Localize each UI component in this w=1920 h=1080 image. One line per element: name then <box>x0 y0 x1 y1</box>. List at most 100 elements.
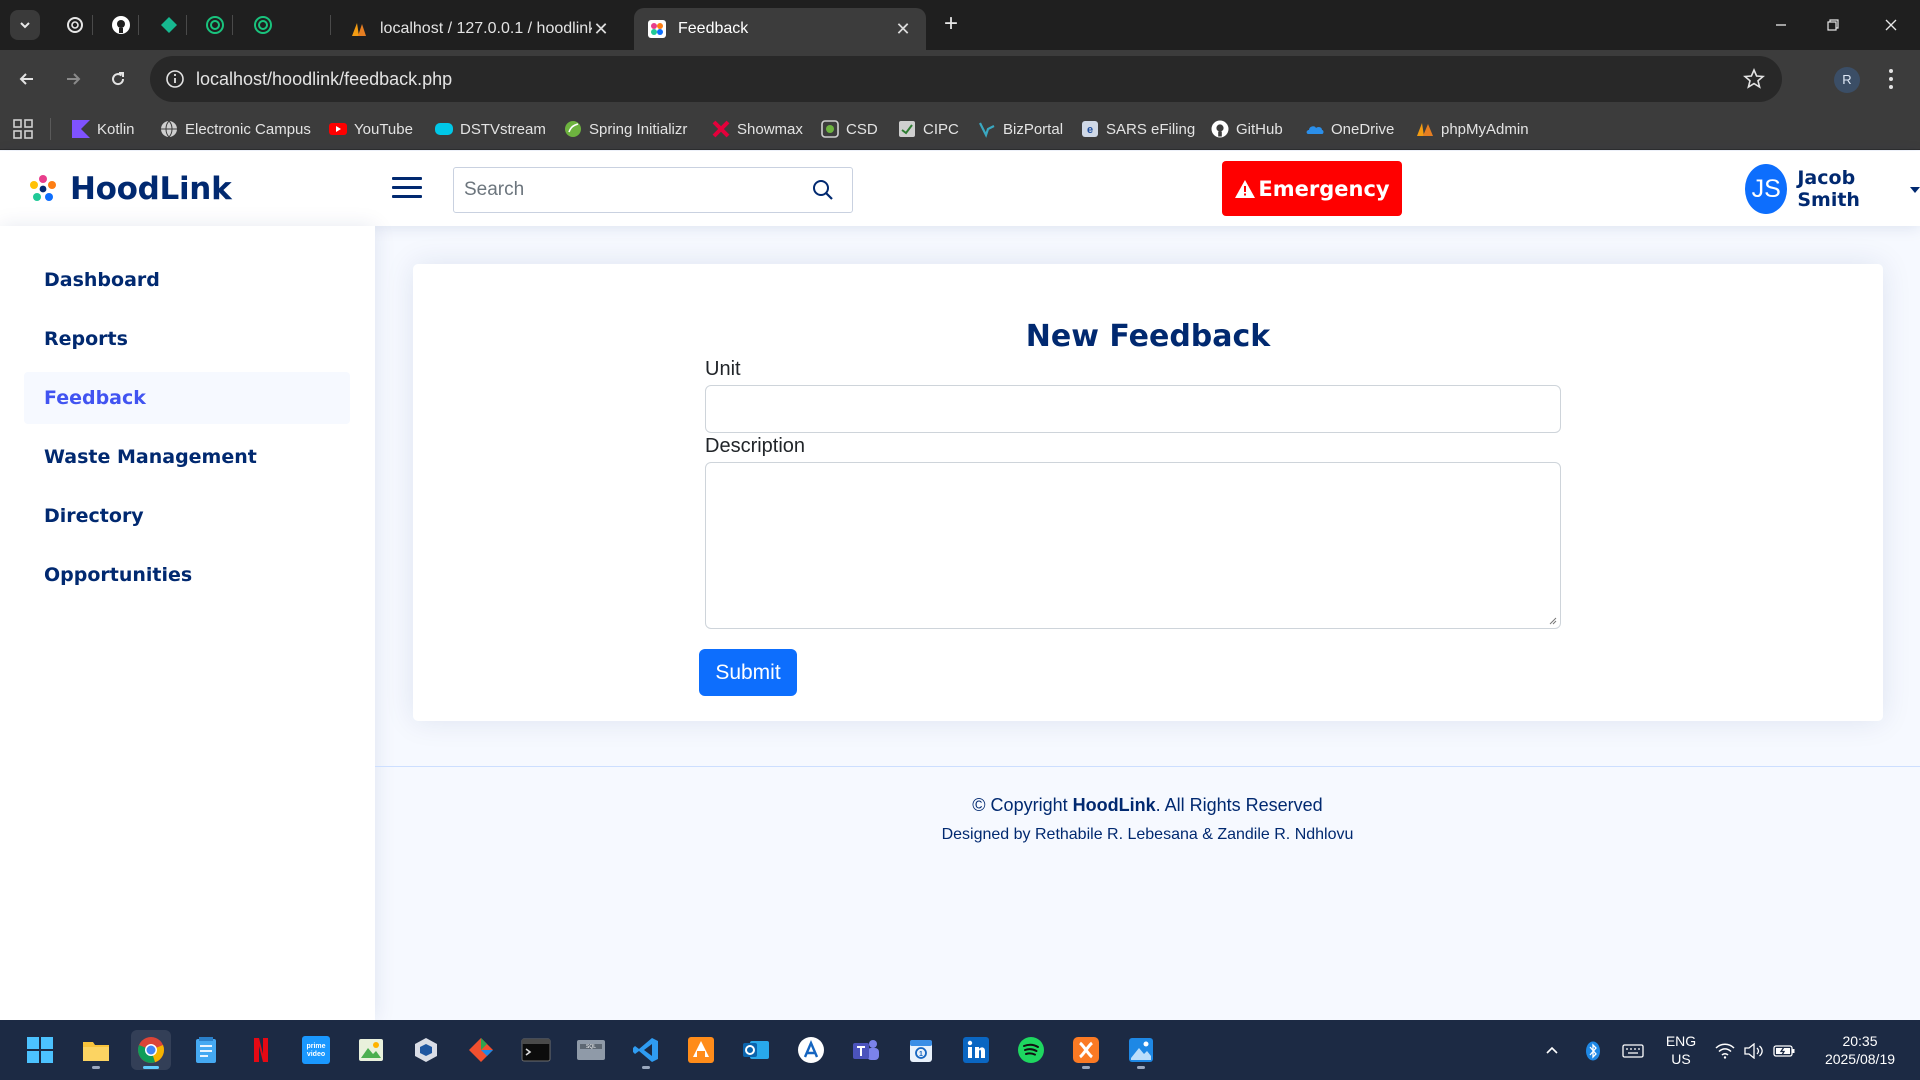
gem-icon <box>161 17 177 33</box>
bookmark-showmax[interactable]: Showmax <box>712 108 803 150</box>
bookmark-label: Showmax <box>737 120 803 138</box>
address-url[interactable]: localhost/hoodlink/feedback.php <box>196 69 452 90</box>
bookmark-youtube[interactable]: YouTube <box>329 108 413 150</box>
bluetooth-tray-button[interactable] <box>1582 1040 1604 1062</box>
taskbar-outlook[interactable] <box>736 1030 776 1070</box>
input-language[interactable]: ENG US <box>1664 1032 1698 1068</box>
youtube-icon <box>329 123 347 135</box>
copyright-suffix: . All Rights Reserved <box>1155 795 1323 815</box>
running-indicator <box>1137 1066 1145 1069</box>
bookmark-phpmyadmin[interactable]: phpMyAdmin <box>1416 108 1529 150</box>
pinned-tab-github[interactable] <box>108 12 134 38</box>
pinned-tab-copilot-2[interactable] <box>250 12 276 38</box>
apps-grid-icon[interactable] <box>12 118 34 140</box>
bookmark-sars-efiling[interactable]: e SARS eFiling <box>1081 108 1195 150</box>
back-button[interactable] <box>12 64 42 94</box>
bookmark-github[interactable]: GitHub <box>1211 108 1283 150</box>
github-icon <box>112 16 130 34</box>
reload-button[interactable] <box>103 64 133 94</box>
taskbar-terminal[interactable] <box>516 1030 556 1070</box>
taskbar-chrome[interactable] <box>131 1030 171 1070</box>
outlook-icon <box>743 1041 769 1059</box>
taskbar-netflix[interactable] <box>241 1030 281 1070</box>
language-label: ENG <box>1665 1033 1697 1049</box>
taskbar-virtualbox[interactable] <box>406 1030 446 1070</box>
spotify-icon <box>1018 1037 1044 1063</box>
user-menu[interactable]: JS Jacob Smith <box>1745 164 1920 214</box>
taskbar-file-explorer[interactable] <box>76 1030 116 1070</box>
bookmark-dstvstream[interactable]: DSTVstream <box>435 108 546 150</box>
pinned-tab-copilot[interactable] <box>202 12 228 38</box>
taskbar-photos[interactable] <box>1121 1030 1161 1070</box>
site-info-icon[interactable] <box>164 68 186 90</box>
restore-button[interactable] <box>1818 10 1848 40</box>
taskbar-notepad[interactable] <box>186 1030 226 1070</box>
bookmark-kotlin[interactable]: Kotlin <box>72 108 135 150</box>
keyboard-tray-button[interactable] <box>1622 1040 1644 1062</box>
taskbar-vscode[interactable] <box>626 1030 666 1070</box>
pinned-tab-gem[interactable] <box>156 12 182 38</box>
bookmark-spring-initializr[interactable]: Spring Initializr <box>564 108 687 150</box>
wifi-tray-button[interactable] <box>1714 1040 1736 1062</box>
bookmark-separator <box>50 118 51 140</box>
search-icon[interactable] <box>812 179 834 201</box>
tab-feedback[interactable]: Feedback ✕ <box>634 8 926 50</box>
onedrive-icon <box>1306 126 1324 134</box>
bookmark-bizportal[interactable]: BizPortal <box>978 108 1063 150</box>
taskbar-prime-video[interactable]: prime video <box>296 1030 336 1070</box>
sidebar-item-opportunities[interactable]: Opportunities <box>24 549 350 601</box>
more-menu-icon[interactable] <box>1880 65 1902 93</box>
profile-button[interactable]: R <box>1834 67 1860 93</box>
svg-text:SQL: SQL <box>586 1044 596 1050</box>
volume-tray-button[interactable] <box>1743 1040 1765 1062</box>
close-window-button[interactable] <box>1876 10 1906 40</box>
search-input[interactable] <box>454 168 794 212</box>
bookmark-electronic-campus[interactable]: Electronic Campus <box>160 108 311 150</box>
taskbar-linkedin[interactable] <box>956 1030 996 1070</box>
address-bar[interactable]: localhost/hoodlink/feedback.php <box>150 56 1782 102</box>
emergency-button[interactable]: Emergency <box>1222 161 1402 216</box>
show-hidden-icons-button[interactable] <box>1541 1040 1563 1062</box>
close-icon[interactable]: ✕ <box>894 19 912 40</box>
forward-button[interactable] <box>58 64 88 94</box>
sidebar-item-reports[interactable]: Reports <box>24 313 350 365</box>
clock[interactable]: 20:35 2025/08/19 <box>1810 1032 1910 1068</box>
taskbar-clipboard[interactable]: 1 <box>901 1030 941 1070</box>
minimize-button[interactable] <box>1766 10 1796 40</box>
sidebar-item-dashboard[interactable]: Dashboard <box>24 254 350 306</box>
taskbar-gallery[interactable] <box>351 1030 391 1070</box>
sidebar-toggle-button[interactable] <box>392 173 422 201</box>
pinned-tab-chatgpt[interactable] <box>62 12 88 38</box>
close-icon[interactable]: ✕ <box>592 19 610 40</box>
svg-text:1: 1 <box>919 1051 923 1058</box>
start-button[interactable] <box>20 1030 60 1070</box>
tab-search-button[interactable] <box>10 10 40 40</box>
dstv-icon <box>435 123 453 135</box>
taskbar-app-store[interactable] <box>791 1030 831 1070</box>
taskbar-office[interactable] <box>681 1030 721 1070</box>
taskbar-teams[interactable] <box>846 1030 886 1070</box>
taskbar-xampp[interactable] <box>1066 1030 1106 1070</box>
bookmark-onedrive[interactable]: OneDrive <box>1306 108 1394 150</box>
sidebar-item-directory[interactable]: Directory <box>24 490 350 542</box>
bookmark-cipc[interactable]: CIPC <box>898 108 959 150</box>
linkedin-icon <box>963 1037 989 1063</box>
submit-button[interactable]: Submit <box>699 649 797 696</box>
resize-handle-icon[interactable] <box>1547 615 1557 625</box>
taskbar-sql[interactable]: SQL <box>571 1030 611 1070</box>
bookmark-star-icon[interactable] <box>1742 67 1766 91</box>
battery-tray-button[interactable] <box>1773 1040 1795 1062</box>
sidebar-item-feedback[interactable]: Feedback <box>24 372 350 424</box>
teams-icon <box>853 1040 879 1060</box>
logo[interactable]: HoodLink <box>28 171 232 207</box>
new-tab-button[interactable]: + <box>938 12 964 38</box>
restore-icon <box>1827 19 1839 31</box>
bookmark-csd[interactable]: CSD <box>821 108 878 150</box>
sidebar-item-waste-management[interactable]: Waste Management <box>24 431 350 483</box>
taskbar-git[interactable] <box>461 1030 501 1070</box>
hamburger-line <box>392 186 422 189</box>
tab-phpmyadmin[interactable]: localhost / 127.0.0.1 / hoodlink ✕ <box>336 8 624 50</box>
taskbar-spotify[interactable] <box>1011 1030 1051 1070</box>
description-field[interactable] <box>705 462 1561 629</box>
unit-field[interactable] <box>705 385 1561 433</box>
